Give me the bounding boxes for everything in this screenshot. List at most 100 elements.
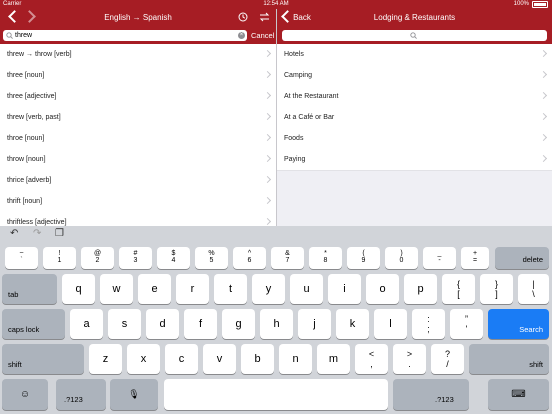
key-z[interactable]: z	[89, 344, 122, 374]
list-item[interactable]: Camping	[277, 65, 552, 87]
shift-key-left[interactable]: shift	[2, 344, 84, 374]
list-item[interactable]: thrice [adverb]	[0, 170, 276, 192]
clear-search-icon[interactable]: ×	[238, 32, 245, 39]
shift-key-right[interactable]: shift	[469, 344, 549, 374]
key-4[interactable]: $4	[157, 247, 190, 269]
back-button[interactable]: Back	[287, 9, 317, 27]
key-minus[interactable]: _ -	[423, 247, 456, 269]
key-1[interactable]: ! 1	[43, 247, 76, 269]
key-period[interactable]: >.	[393, 344, 426, 374]
tab-key[interactable]: tab	[2, 274, 57, 304]
list-item[interactable]: Paying	[277, 149, 552, 171]
list-item[interactable]: Foods	[277, 128, 552, 150]
globe-icon: ☺	[19, 389, 31, 400]
key-h[interactable]: h	[260, 309, 293, 339]
microphone-icon: 🎙	[128, 389, 140, 399]
key-w[interactable]: w	[100, 274, 133, 304]
key-comma[interactable]: <,	[355, 344, 388, 374]
key-l[interactable]: l	[374, 309, 407, 339]
hide-keyboard-key[interactable]: ⌨	[488, 379, 549, 410]
key-n[interactable]: n	[279, 344, 312, 374]
key-v[interactable]: v	[203, 344, 236, 374]
forward-arrow-icon[interactable]	[23, 10, 36, 23]
chevron-right-icon	[263, 196, 272, 205]
phrasebook-search-input[interactable]	[282, 30, 547, 41]
list-item[interactable]: throe [noun]	[0, 128, 276, 150]
key-backtick[interactable]: ~ `	[5, 247, 38, 269]
search-key[interactable]: Search	[488, 309, 549, 339]
list-item[interactable]: threw [verb, past]	[0, 107, 276, 129]
chevron-right-icon	[263, 70, 272, 79]
numbers-toggle-key[interactable]: .?123	[56, 379, 106, 410]
key-7[interactable]: & 7	[271, 247, 304, 269]
back-arrow-icon[interactable]	[8, 10, 21, 23]
history-clock-icon[interactable]	[238, 12, 248, 22]
list-item[interactable]: Hotels	[277, 44, 552, 66]
list-item[interactable]: thriftless [adjective]	[0, 212, 276, 226]
key-5[interactable]: % 5	[195, 247, 228, 269]
language-direction-title[interactable]: English → Spanish	[60, 9, 216, 27]
key-c[interactable]: c	[165, 344, 198, 374]
search-icon	[6, 32, 13, 39]
swap-languages-icon[interactable]	[259, 12, 270, 22]
chevron-right-icon	[539, 70, 548, 79]
chevron-right-icon	[539, 154, 548, 163]
key-9[interactable]: (9	[347, 247, 380, 269]
page-title: Lodging & Restaurants	[373, 13, 456, 22]
key-d[interactable]: d	[146, 309, 179, 339]
key-x[interactable]: x	[127, 344, 160, 374]
redo-icon[interactable]: ↷	[33, 228, 41, 239]
key-s[interactable]: s	[108, 309, 141, 339]
key-quote[interactable]: ” '	[450, 309, 483, 339]
key-e[interactable]: e	[138, 274, 171, 304]
chevron-right-icon	[263, 49, 272, 58]
key-slash[interactable]: ? /	[431, 344, 464, 374]
key-q[interactable]: q	[62, 274, 95, 304]
battery-icon	[532, 1, 548, 8]
key-2[interactable]: @2	[81, 247, 114, 269]
key-f[interactable]: f	[184, 309, 217, 339]
onscreen-keyboard: ↶ ↷ ❐ ~ ` ! 1 @2 #3 $4 % 5 ^ 6 & 7 * 8 (9 ) 0 _…	[0, 226, 552, 414]
cancel-button[interactable]: Cancel	[251, 27, 274, 44]
list-item[interactable]: throw [noun]	[0, 149, 276, 171]
key-g[interactable]: g	[222, 309, 255, 339]
key-0[interactable]: ) 0	[385, 247, 418, 269]
key-3[interactable]: #3	[119, 247, 152, 269]
list-item[interactable]: At the Restaurant	[277, 86, 552, 108]
key-j[interactable]: j	[298, 309, 331, 339]
list-item[interactable]: thrift [noun]	[0, 191, 276, 213]
phrasebook-header: Back Lodging & Restaurants	[277, 9, 552, 27]
undo-icon[interactable]: ↶	[10, 228, 18, 239]
key-b[interactable]: b	[241, 344, 274, 374]
list-item[interactable]: three [noun]	[0, 65, 276, 87]
key-backslash[interactable]: | \	[518, 274, 549, 304]
key-semicolon[interactable]: :;	[412, 309, 445, 339]
key-8[interactable]: * 8	[309, 247, 342, 269]
key-r[interactable]: r	[176, 274, 209, 304]
key-p[interactable]: p	[404, 274, 437, 304]
dictation-key[interactable]: 🎙	[110, 379, 158, 410]
caps-lock-key[interactable]: caps lock	[2, 309, 65, 339]
key-equals[interactable]: + =	[461, 247, 489, 269]
list-item[interactable]: At a Café or Bar	[277, 107, 552, 129]
delete-key[interactable]: delete	[495, 247, 549, 269]
search-input[interactable]: threw ×	[3, 30, 247, 41]
key-u[interactable]: u	[290, 274, 323, 304]
key-y[interactable]: y	[252, 274, 285, 304]
key-6[interactable]: ^ 6	[233, 247, 266, 269]
key-o[interactable]: o	[366, 274, 399, 304]
keyboard-dismiss-icon: ⌨	[511, 389, 526, 400]
numbers-toggle-key-right[interactable]: .?123	[393, 379, 469, 410]
space-bar[interactable]	[164, 379, 388, 410]
list-item[interactable]: three [adjective]	[0, 86, 276, 108]
key-m[interactable]: m	[317, 344, 350, 374]
list-item[interactable]: threw → throw [verb]	[0, 44, 276, 66]
paste-icon[interactable]: ❐	[55, 228, 64, 239]
key-close-bracket[interactable]: }]	[480, 274, 513, 304]
key-a[interactable]: a	[70, 309, 103, 339]
key-k[interactable]: k	[336, 309, 369, 339]
key-open-bracket[interactable]: {[	[442, 274, 475, 304]
key-i[interactable]: i	[328, 274, 361, 304]
key-t[interactable]: t	[214, 274, 247, 304]
emoji-globe-key[interactable]: ☺	[2, 379, 48, 410]
